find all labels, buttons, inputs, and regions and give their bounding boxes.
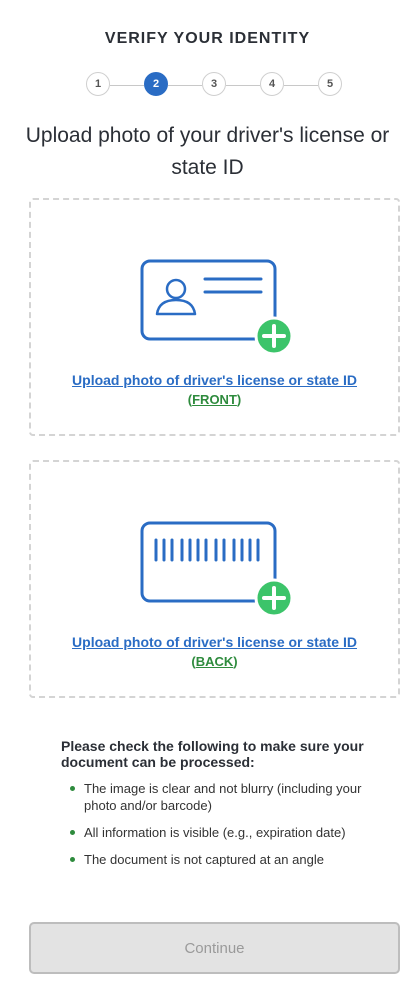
page-title: Upload photo of your driver's license or…: [25, 124, 390, 179]
stepper-line: [284, 85, 318, 86]
side-label-front: FRONT: [192, 392, 237, 407]
checklist-item-text: The document is not captured at an angle: [84, 852, 324, 867]
upload-back-link[interactable]: Upload photo of driver's license or stat…: [31, 634, 398, 650]
bullet-icon: [70, 786, 75, 791]
continue-button[interactable]: Continue: [29, 922, 400, 974]
checklist-item: All information is visible (e.g., expira…: [70, 824, 370, 841]
page-header-title: VERIFY YOUR IDENTITY: [104, 30, 311, 47]
upload-front-dropzone[interactable]: Upload photo of driver's license or stat…: [29, 198, 400, 436]
upload-front-side-label: (FRONT): [31, 392, 398, 407]
checklist-heading: Please check the following to make sure …: [61, 738, 364, 770]
step-1: 1: [86, 72, 110, 96]
checklist-item-text: All information is visible (e.g., expira…: [84, 825, 346, 840]
id-card-barcode-icon: [140, 521, 294, 618]
side-close-paren: ): [233, 654, 238, 669]
id-card-front-icon: [140, 259, 294, 356]
upload-back-side-label: (BACK): [31, 654, 398, 669]
side-close-paren: ): [236, 392, 242, 407]
stepper-line: [226, 85, 260, 86]
stepper-line: [168, 85, 202, 86]
bullet-icon: [70, 857, 75, 862]
step-3: 3: [202, 72, 226, 96]
upload-front-link[interactable]: Upload photo of driver's license or stat…: [31, 372, 398, 388]
checklist: The image is clear and not blurry (inclu…: [70, 780, 370, 878]
bullet-icon: [70, 830, 75, 835]
checklist-item: The document is not captured at an angle: [70, 851, 370, 868]
checklist-item-text: The image is clear and not blurry (inclu…: [84, 781, 362, 813]
upload-back-dropzone[interactable]: Upload photo of driver's license or stat…: [29, 460, 400, 698]
progress-stepper: 1 2 3 4 5: [86, 72, 346, 100]
step-5: 5: [318, 72, 342, 96]
side-label-back: BACK: [195, 654, 234, 669]
stepper-line: [110, 85, 144, 86]
checklist-item: The image is clear and not blurry (inclu…: [70, 780, 370, 814]
step-2-active: 2: [144, 72, 168, 96]
step-4: 4: [260, 72, 284, 96]
